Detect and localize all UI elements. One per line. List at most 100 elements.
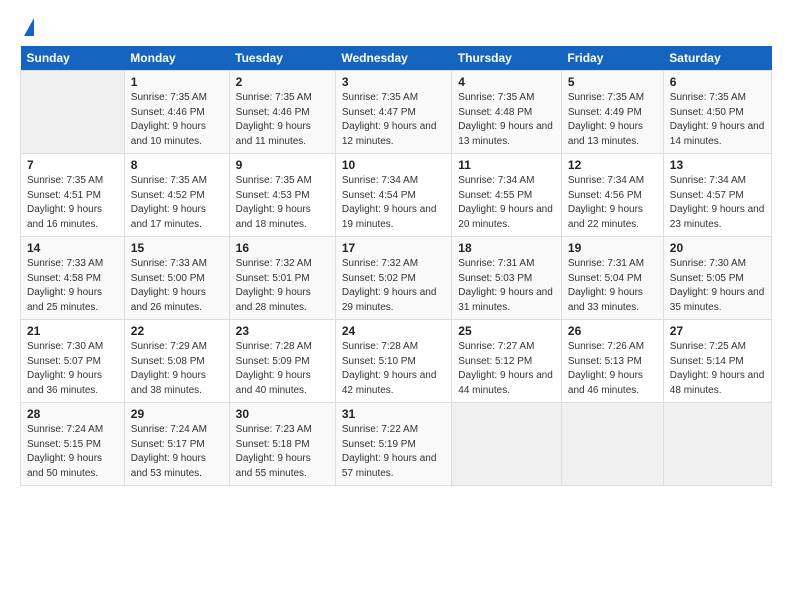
week-row-5: 28 Sunrise: 7:24 AM Sunset: 5:15 PM Dayli… bbox=[21, 403, 772, 486]
day-number: 19 bbox=[568, 241, 657, 255]
day-cell: 31 Sunrise: 7:22 AM Sunset: 5:19 PM Dayli… bbox=[335, 403, 451, 486]
day-info: Sunrise: 7:33 AM Sunset: 5:00 PM Dayligh… bbox=[131, 257, 223, 315]
day-info: Sunrise: 7:34 AM Sunset: 4:54 PM Dayligh… bbox=[342, 174, 445, 232]
header bbox=[20, 18, 772, 36]
day-info: Sunrise: 7:35 AM Sunset: 4:46 PM Dayligh… bbox=[131, 91, 223, 149]
weekday-header-thursday: Thursday bbox=[452, 46, 562, 71]
day-number: 12 bbox=[568, 158, 657, 172]
day-info: Sunrise: 7:31 AM Sunset: 5:04 PM Dayligh… bbox=[568, 257, 657, 315]
day-number: 22 bbox=[131, 324, 223, 338]
day-info: Sunrise: 7:23 AM Sunset: 5:18 PM Dayligh… bbox=[236, 423, 329, 481]
day-number: 30 bbox=[236, 407, 329, 421]
day-info: Sunrise: 7:27 AM Sunset: 5:12 PM Dayligh… bbox=[458, 340, 555, 398]
day-cell: 6 Sunrise: 7:35 AM Sunset: 4:50 PM Daylig… bbox=[663, 71, 771, 154]
day-number: 10 bbox=[342, 158, 445, 172]
day-number: 13 bbox=[670, 158, 765, 172]
day-cell: 21 Sunrise: 7:30 AM Sunset: 5:07 PM Dayli… bbox=[21, 320, 125, 403]
day-number: 16 bbox=[236, 241, 329, 255]
day-info: Sunrise: 7:24 AM Sunset: 5:15 PM Dayligh… bbox=[27, 423, 118, 481]
day-cell: 28 Sunrise: 7:24 AM Sunset: 5:15 PM Dayli… bbox=[21, 403, 125, 486]
day-cell: 30 Sunrise: 7:23 AM Sunset: 5:18 PM Dayli… bbox=[229, 403, 335, 486]
day-cell bbox=[561, 403, 663, 486]
weekday-header-sunday: Sunday bbox=[21, 46, 125, 71]
week-row-2: 7Sunrise: 7:35 AM Sunset: 4:51 PM Daylig… bbox=[21, 154, 772, 237]
weekday-header-friday: Friday bbox=[561, 46, 663, 71]
day-info: Sunrise: 7:28 AM Sunset: 5:10 PM Dayligh… bbox=[342, 340, 445, 398]
day-cell bbox=[21, 71, 125, 154]
week-row-3: 14 Sunrise: 7:33 AM Sunset: 4:58 PM Dayli… bbox=[21, 237, 772, 320]
day-number: 18 bbox=[458, 241, 555, 255]
day-cell: 19 Sunrise: 7:31 AM Sunset: 5:04 PM Dayli… bbox=[561, 237, 663, 320]
day-info: Sunrise: 7:30 AM Sunset: 5:05 PM Dayligh… bbox=[670, 257, 765, 315]
day-number: 23 bbox=[236, 324, 329, 338]
day-info: Sunrise: 7:33 AM Sunset: 4:58 PM Dayligh… bbox=[27, 257, 118, 315]
day-cell: 26 Sunrise: 7:26 AM Sunset: 5:13 PM Dayli… bbox=[561, 320, 663, 403]
day-cell: 7Sunrise: 7:35 AM Sunset: 4:51 PM Daylig… bbox=[21, 154, 125, 237]
day-cell: 25 Sunrise: 7:27 AM Sunset: 5:12 PM Dayli… bbox=[452, 320, 562, 403]
day-number: 9 bbox=[236, 158, 329, 172]
day-cell: 15 Sunrise: 7:33 AM Sunset: 5:00 PM Dayli… bbox=[124, 237, 229, 320]
day-number: 11 bbox=[458, 158, 555, 172]
day-cell: 1 Sunrise: 7:35 AM Sunset: 4:46 PM Daylig… bbox=[124, 71, 229, 154]
day-number: 14 bbox=[27, 241, 118, 255]
day-number: 7 bbox=[27, 158, 118, 172]
day-cell: 3 Sunrise: 7:35 AM Sunset: 4:47 PM Daylig… bbox=[335, 71, 451, 154]
day-info: Sunrise: 7:30 AM Sunset: 5:07 PM Dayligh… bbox=[27, 340, 118, 398]
calendar-page: SundayMondayTuesdayWednesdayThursdayFrid… bbox=[0, 0, 792, 612]
day-number: 6 bbox=[670, 75, 765, 89]
weekday-header-tuesday: Tuesday bbox=[229, 46, 335, 71]
day-cell: 10 Sunrise: 7:34 AM Sunset: 4:54 PM Dayli… bbox=[335, 154, 451, 237]
day-info: Sunrise: 7:35 AM Sunset: 4:50 PM Dayligh… bbox=[670, 91, 765, 149]
day-number: 2 bbox=[236, 75, 329, 89]
day-cell: 13 Sunrise: 7:34 AM Sunset: 4:57 PM Dayli… bbox=[663, 154, 771, 237]
day-cell: 20Sunrise: 7:30 AM Sunset: 5:05 PM Dayli… bbox=[663, 237, 771, 320]
logo bbox=[20, 18, 34, 36]
day-cell: 14 Sunrise: 7:33 AM Sunset: 4:58 PM Dayli… bbox=[21, 237, 125, 320]
day-cell: 2 Sunrise: 7:35 AM Sunset: 4:46 PM Daylig… bbox=[229, 71, 335, 154]
day-number: 15 bbox=[131, 241, 223, 255]
day-number: 3 bbox=[342, 75, 445, 89]
day-cell bbox=[663, 403, 771, 486]
day-number: 4 bbox=[458, 75, 555, 89]
day-cell: 5 Sunrise: 7:35 AM Sunset: 4:49 PM Daylig… bbox=[561, 71, 663, 154]
day-cell: 16 Sunrise: 7:32 AM Sunset: 5:01 PM Dayli… bbox=[229, 237, 335, 320]
day-cell: 12Sunrise: 7:34 AM Sunset: 4:56 PM Dayli… bbox=[561, 154, 663, 237]
day-info: Sunrise: 7:35 AM Sunset: 4:49 PM Dayligh… bbox=[568, 91, 657, 149]
day-number: 31 bbox=[342, 407, 445, 421]
day-number: 8 bbox=[131, 158, 223, 172]
day-number: 21 bbox=[27, 324, 118, 338]
day-info: Sunrise: 7:35 AM Sunset: 4:46 PM Dayligh… bbox=[236, 91, 329, 149]
day-number: 1 bbox=[131, 75, 223, 89]
day-info: Sunrise: 7:34 AM Sunset: 4:57 PM Dayligh… bbox=[670, 174, 765, 232]
day-cell: 11Sunrise: 7:34 AM Sunset: 4:55 PM Dayli… bbox=[452, 154, 562, 237]
week-row-4: 21 Sunrise: 7:30 AM Sunset: 5:07 PM Dayli… bbox=[21, 320, 772, 403]
day-cell: 18 Sunrise: 7:31 AM Sunset: 5:03 PM Dayli… bbox=[452, 237, 562, 320]
day-info: Sunrise: 7:32 AM Sunset: 5:01 PM Dayligh… bbox=[236, 257, 329, 315]
day-cell: 17Sunrise: 7:32 AM Sunset: 5:02 PM Dayli… bbox=[335, 237, 451, 320]
day-cell: 29Sunrise: 7:24 AM Sunset: 5:17 PM Dayli… bbox=[124, 403, 229, 486]
day-number: 28 bbox=[27, 407, 118, 421]
day-cell: 9Sunrise: 7:35 AM Sunset: 4:53 PM Daylig… bbox=[229, 154, 335, 237]
day-info: Sunrise: 7:24 AM Sunset: 5:17 PM Dayligh… bbox=[131, 423, 223, 481]
day-cell: 22 Sunrise: 7:29 AM Sunset: 5:08 PM Dayli… bbox=[124, 320, 229, 403]
day-cell: 23Sunrise: 7:28 AM Sunset: 5:09 PM Dayli… bbox=[229, 320, 335, 403]
day-info: Sunrise: 7:29 AM Sunset: 5:08 PM Dayligh… bbox=[131, 340, 223, 398]
day-info: Sunrise: 7:35 AM Sunset: 4:47 PM Dayligh… bbox=[342, 91, 445, 149]
day-number: 27 bbox=[670, 324, 765, 338]
day-number: 26 bbox=[568, 324, 657, 338]
day-info: Sunrise: 7:22 AM Sunset: 5:19 PM Dayligh… bbox=[342, 423, 445, 481]
day-cell: 24 Sunrise: 7:28 AM Sunset: 5:10 PM Dayli… bbox=[335, 320, 451, 403]
day-info: Sunrise: 7:26 AM Sunset: 5:13 PM Dayligh… bbox=[568, 340, 657, 398]
day-info: Sunrise: 7:31 AM Sunset: 5:03 PM Dayligh… bbox=[458, 257, 555, 315]
day-info: Sunrise: 7:25 AM Sunset: 5:14 PM Dayligh… bbox=[670, 340, 765, 398]
day-number: 25 bbox=[458, 324, 555, 338]
weekday-header-row: SundayMondayTuesdayWednesdayThursdayFrid… bbox=[21, 46, 772, 71]
day-info: Sunrise: 7:35 AM Sunset: 4:52 PM Dayligh… bbox=[131, 174, 223, 232]
day-cell: 4Sunrise: 7:35 AM Sunset: 4:48 PM Daylig… bbox=[452, 71, 562, 154]
day-cell: 27 Sunrise: 7:25 AM Sunset: 5:14 PM Dayli… bbox=[663, 320, 771, 403]
day-number: 24 bbox=[342, 324, 445, 338]
day-info: Sunrise: 7:32 AM Sunset: 5:02 PM Dayligh… bbox=[342, 257, 445, 315]
weekday-header-wednesday: Wednesday bbox=[335, 46, 451, 71]
day-cell bbox=[452, 403, 562, 486]
day-number: 5 bbox=[568, 75, 657, 89]
